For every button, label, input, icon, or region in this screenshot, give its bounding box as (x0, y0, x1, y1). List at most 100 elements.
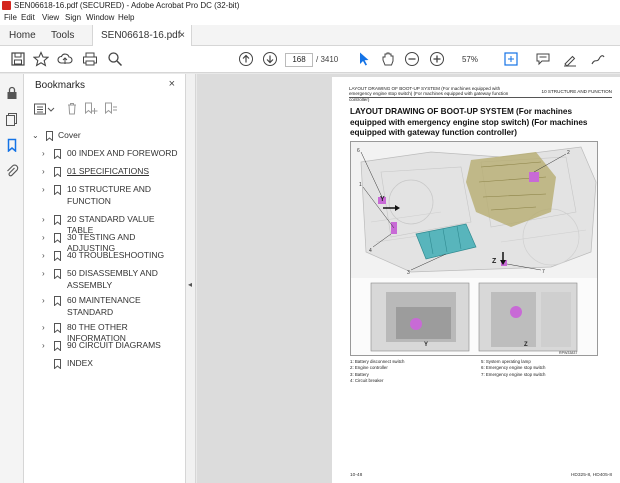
chevron-right-icon[interactable]: › (42, 214, 50, 225)
view-label-y: Y (380, 196, 385, 203)
menu-edit[interactable]: Edit (21, 11, 35, 25)
bookmark-label: 40 TROUBLESHOOTING (67, 250, 165, 260)
zoom-level-select[interactable]: 57% (455, 53, 485, 67)
tab-tools[interactable]: Tools (51, 25, 74, 46)
panel-splitter[interactable]: ◂ (186, 74, 196, 483)
main-toolbar: 168 / 3410 57% (0, 46, 620, 73)
bookmark-60[interactable]: › 60 MAINTENANCE STANDARD (42, 295, 182, 319)
bookmarks-panel: Bookmarks × ⌄ Cover › 00 INDEX AND FOREW… (24, 74, 186, 483)
next-page-icon[interactable] (262, 51, 278, 67)
bookmark-label: 00 INDEX AND FOREWORD (67, 148, 178, 158)
bookmark-label: 50 DISASSEMBLY AND (67, 268, 158, 278)
bookmark-20[interactable]: › 20 STANDARD VALUE TABLE (42, 214, 182, 235)
fit-page-icon[interactable] (503, 51, 519, 67)
close-panel-icon[interactable]: × (169, 78, 175, 90)
bookmark-label: INDEX (67, 358, 93, 368)
tab-document[interactable]: SEN06618-16.pdf (... × (92, 25, 192, 62)
lock-icon[interactable] (5, 86, 19, 100)
bookmark-40[interactable]: › 40 TROUBLESHOOTING (42, 250, 182, 262)
page-title: LAYOUT DRAWING OF BOOT-UP SYSTEM (For ma… (350, 107, 588, 137)
menu-view[interactable]: View (42, 11, 59, 25)
chevron-right-icon[interactable]: › (42, 232, 50, 243)
hand-tool-icon[interactable] (380, 51, 396, 67)
tab-close-icon[interactable]: × (179, 25, 185, 46)
upload-cloud-icon[interactable] (57, 51, 73, 67)
bookmark-80[interactable]: › 80 THE OTHER INFORMATION (42, 322, 182, 343)
zoom-in-icon[interactable] (429, 51, 445, 67)
save-icon[interactable] (10, 51, 26, 67)
svg-text:6: 6 (357, 148, 360, 154)
attachments-icon[interactable] (5, 164, 19, 178)
chevron-right-icon[interactable]: › (42, 148, 50, 159)
bookmark-icon (54, 296, 61, 306)
chevron-right-icon[interactable]: › (42, 268, 50, 279)
menu-sign[interactable]: Sign (65, 11, 81, 25)
select-cursor-icon[interactable] (356, 51, 372, 67)
chevron-down-icon[interactable]: ⌄ (32, 130, 40, 141)
page-header-right: 10 STRUCTURE AND FUNCTION (541, 89, 612, 94)
collapse-panel-icon[interactable]: ◂ (188, 280, 192, 289)
zoom-out-icon[interactable] (404, 51, 420, 67)
page-header-left: LAYOUT DRAWING OF BOOT-UP SYSTEM (For ma… (349, 86, 509, 102)
menu-help[interactable]: Help (118, 11, 134, 25)
document-canvas[interactable]: LAYOUT DRAWING OF BOOT-UP SYSTEM (For ma… (197, 74, 620, 483)
bookmark-label: Cover (58, 130, 81, 140)
bookmark-icon (54, 269, 61, 279)
bookmark-icon (54, 323, 61, 333)
legend-column-left: 1: Battery disconnect switch 2: Engine c… (350, 359, 480, 385)
pdf-page: LAYOUT DRAWING OF BOOT-UP SYSTEM (For ma… (332, 77, 620, 483)
new-bookmark-icon[interactable] (84, 102, 98, 115)
chevron-right-icon[interactable]: › (42, 295, 50, 306)
menu-window[interactable]: Window (86, 11, 114, 25)
bookmark-label-line2: ASSEMBLY (67, 280, 113, 290)
expand-bookmark-icon[interactable] (104, 102, 118, 115)
bookmarks-panel-icon[interactable] (5, 138, 19, 153)
bookmark-30[interactable]: › 30 TESTING AND ADJUSTING (42, 232, 182, 253)
options-menu-icon[interactable] (34, 103, 56, 115)
bookmark-label: 01 SPECIFICATIONS (67, 166, 150, 176)
page-thumbnails-icon[interactable] (5, 112, 19, 126)
legend-column-right: 5: System operating lamp 6: Emergency en… (481, 359, 601, 378)
tab-home[interactable]: Home (9, 25, 36, 46)
window-title-bar: SEN06618-16.pdf (SECURED) - Adobe Acroba… (0, 0, 620, 11)
comment-annotate-icon[interactable] (535, 51, 551, 67)
chevron-right-icon[interactable]: › (42, 340, 50, 351)
header-rule (349, 97, 612, 98)
machine-illustration: 2 6 1 4 3 7 RPW33837 (351, 142, 597, 355)
print-icon[interactable] (82, 51, 98, 67)
bookmark-90[interactable]: › 90 CIRCUIT DIAGRAMS (42, 340, 182, 352)
legend-item: 4: Circuit breaker (350, 378, 384, 384)
chevron-right-icon[interactable]: › (42, 322, 50, 333)
chevron-right-icon[interactable]: › (42, 250, 50, 261)
bookmark-01[interactable]: › 01 SPECIFICATIONS (42, 166, 182, 178)
figure-code: RPW33837 (559, 351, 577, 355)
chevron-right-icon[interactable]: › (42, 184, 50, 195)
chevron-right-icon[interactable]: › (42, 166, 50, 177)
highlight-pen-icon[interactable] (562, 51, 578, 67)
bookmark-icon (54, 251, 61, 261)
bookmarks-panel-title: Bookmarks (35, 80, 86, 91)
bookmark-cover[interactable]: ⌄ Cover (32, 130, 182, 142)
bookmark-star-icon[interactable] (32, 51, 50, 67)
legend-item: 7: Emergency engine stop switch (481, 371, 546, 377)
bookmark-10[interactable]: › 10 STRUCTURE AND FUNCTION (42, 184, 182, 208)
bookmark-icon (54, 359, 61, 369)
navigation-rail (0, 74, 24, 483)
menu-file[interactable]: File (4, 11, 17, 25)
page-total: / 3410 (316, 55, 339, 64)
bookmark-50[interactable]: › 50 DISASSEMBLY AND ASSEMBLY (42, 268, 182, 292)
bookmark-00[interactable]: › 00 INDEX AND FOREWORD (42, 148, 182, 160)
bookmark-icon (54, 149, 61, 159)
sign-pen-icon[interactable] (590, 51, 606, 67)
layout-drawing-figure: 2 6 1 4 3 7 RPW33837 Y Z Y Z (350, 141, 598, 356)
menu-bar: File Edit View Sign Window Help (0, 11, 620, 25)
bookmark-index[interactable]: INDEX (42, 358, 182, 370)
page-number-input[interactable]: 168 (285, 53, 313, 67)
bookmark-icon (54, 167, 61, 177)
search-icon[interactable] (107, 51, 123, 67)
window-title: SEN06618-16.pdf (SECURED) - Adobe Acroba… (14, 1, 240, 10)
delete-bookmark-icon[interactable] (66, 102, 78, 115)
bookmark-label-line2: STANDARD (67, 307, 114, 317)
svg-text:4: 4 (369, 248, 372, 254)
previous-page-icon[interactable] (238, 51, 254, 67)
